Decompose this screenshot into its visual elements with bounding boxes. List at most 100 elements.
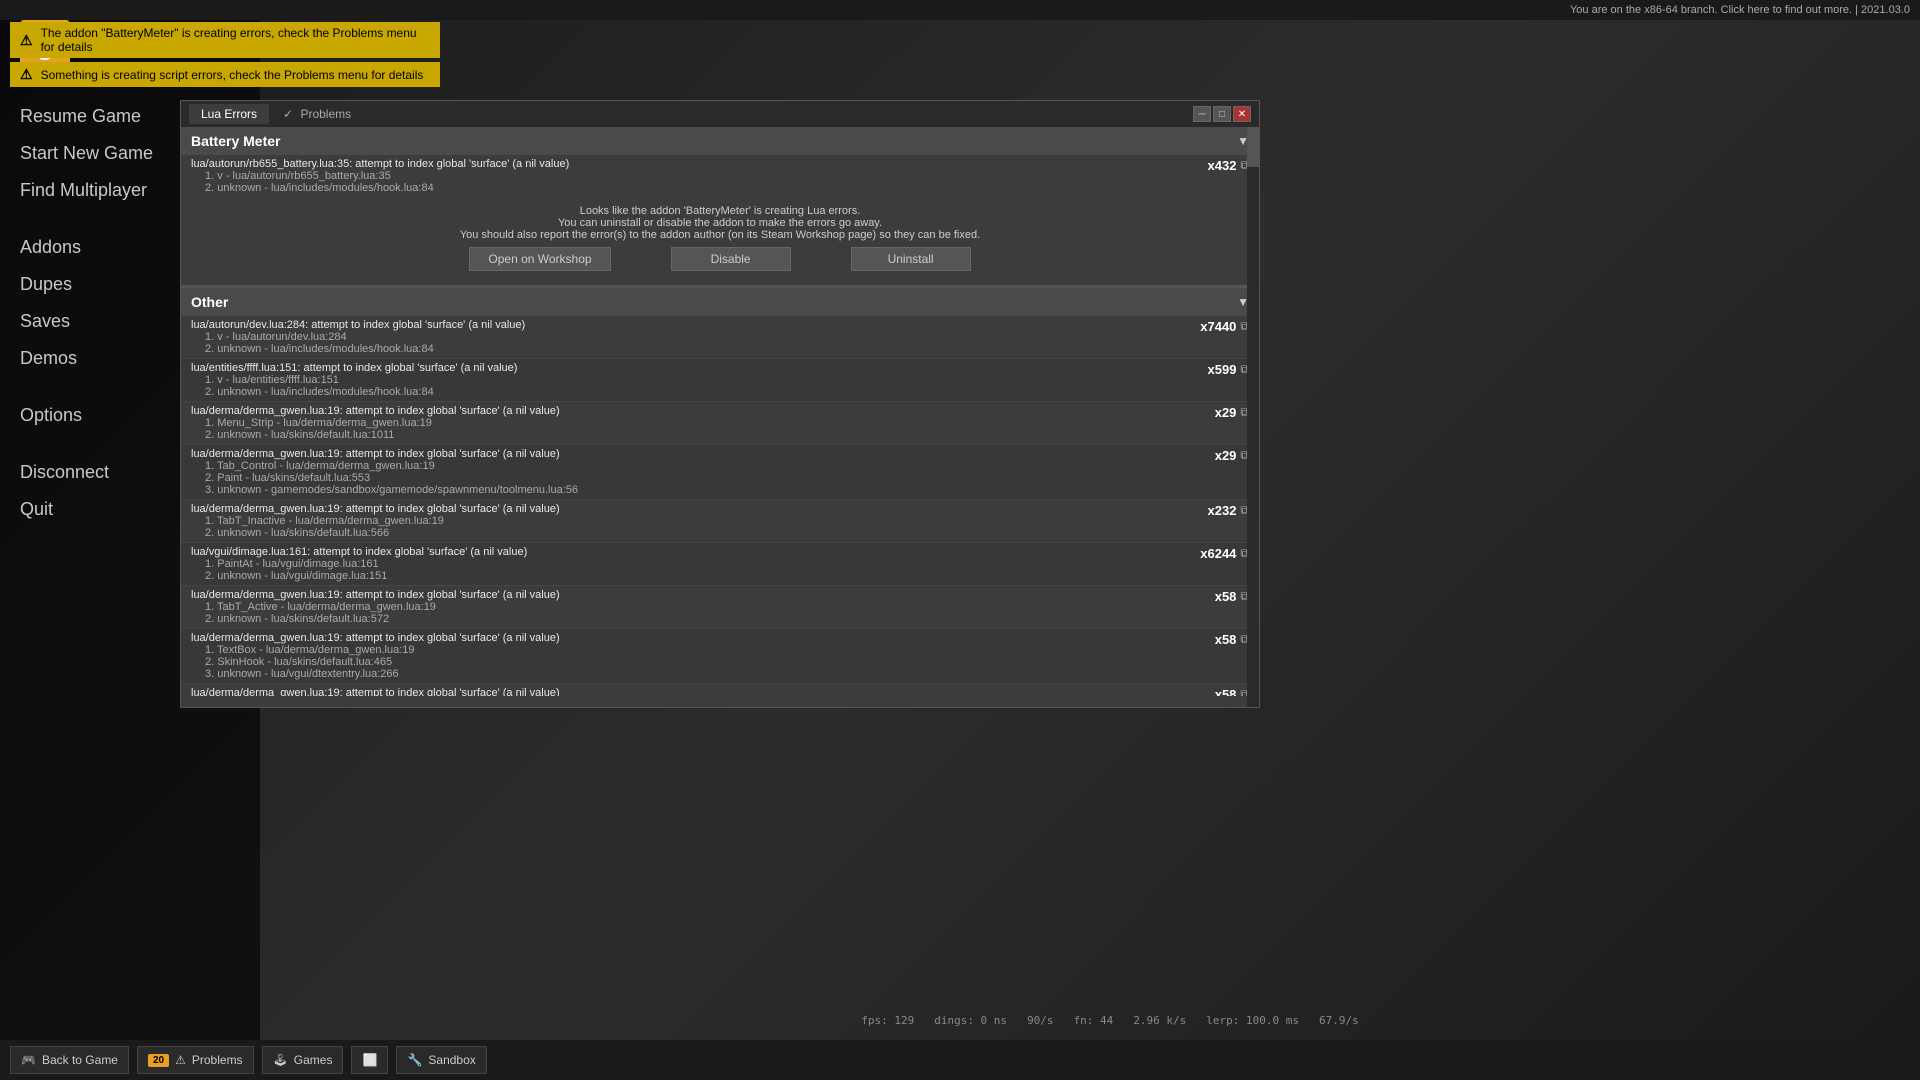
warning-icon-1: ⚠: [20, 32, 33, 49]
problems-button[interactable]: 20 ⚠ Problems: [137, 1046, 254, 1074]
uninstall-button[interactable]: Uninstall: [851, 247, 971, 271]
tab-problems[interactable]: ✓ Problems: [271, 104, 363, 124]
error-count-3: x29: [1215, 448, 1237, 463]
battery-stack-1: 1. v - lua/autorun/rb655_battery.lua:35: [191, 170, 569, 182]
warning-banner-2[interactable]: ⚠ Something is creating script errors, c…: [10, 62, 440, 87]
error-stack-3-1: 2. Paint - lua/skins/default.lua:553: [191, 472, 578, 484]
battery-info-line3: You should also report the error(s) to t…: [181, 229, 1259, 241]
error-count-area-0: x7440 ⧉: [1200, 319, 1249, 334]
battery-section-header[interactable]: Battery Meter ▼: [181, 127, 1259, 155]
error-stack-2-1: 2. unknown - lua/skins/default.lua:1011: [191, 429, 560, 441]
games-label: Games: [294, 1053, 333, 1067]
sandbox-icon: 🔧: [407, 1053, 422, 1067]
battery-info-line2: You can uninstall or disable the addon t…: [181, 217, 1259, 229]
warning-text-1: The addon "BatteryMeter" is creating err…: [41, 26, 430, 54]
error-count-8: x58: [1215, 687, 1237, 696]
top-bar-text[interactable]: You are on the x86-64 branch. Click here…: [1570, 4, 1910, 16]
error-count-area-7: x58 ⧉: [1215, 632, 1249, 647]
error-text-8: lua/derma/derma_gwen.lua:19: attempt to …: [191, 687, 560, 696]
top-bar: You are on the x86-64 branch. Click here…: [0, 0, 1920, 20]
error-count-area-6: x58 ⧉: [1215, 589, 1249, 604]
disable-button[interactable]: Disable: [671, 247, 791, 271]
error-stack-4-0: 1. TabT_Inactive - lua/derma/derma_gwen.…: [191, 515, 560, 527]
error-row-0: lua/autorun/dev.lua:284: attempt to inde…: [181, 316, 1259, 358]
maximize-button[interactable]: □: [1213, 106, 1231, 122]
error-stack-5-1: 2. unknown - lua/vgui/dimage.lua:151: [191, 570, 527, 582]
other-section-header[interactable]: Other ▼: [181, 288, 1259, 316]
error-block-3[interactable]: lua/derma/derma_gwen.lua:19: attempt to …: [181, 445, 1259, 500]
fn-display: fn: 44: [1074, 1014, 1114, 1027]
error-main-8: lua/derma/derma_gwen.lua:19: attempt to …: [191, 687, 560, 696]
error-block-2[interactable]: lua/derma/derma_gwen.lua:19: attempt to …: [181, 402, 1259, 445]
battery-info-line1: Looks like the addon 'BatteryMeter' is c…: [181, 205, 1259, 217]
rate2-display: 67.9/s: [1319, 1014, 1359, 1027]
error-main-1: lua/entities/ffff.lua:151: attempt to in…: [191, 362, 517, 374]
error-count-area-8: x58 ⧉: [1215, 687, 1249, 696]
error-row-4: lua/derma/derma_gwen.lua:19: attempt to …: [181, 500, 1259, 542]
error-count-4: x232: [1208, 503, 1237, 518]
battery-error-main: lua/autorun/rb655_battery.lua:35: attemp…: [191, 158, 569, 170]
back-to-game-button[interactable]: 🎮 Back to Game: [10, 1046, 129, 1074]
tab-lua-errors[interactable]: Lua Errors: [189, 104, 269, 124]
error-row-6: lua/derma/derma_gwen.lua:19: attempt to …: [181, 586, 1259, 628]
error-main-0: lua/autorun/dev.lua:284: attempt to inde…: [191, 319, 525, 331]
error-text-7: lua/derma/derma_gwen.lua:19: attempt to …: [191, 632, 560, 680]
error-text-5: lua/vgui/dimage.lua:161: attempt to inde…: [191, 546, 527, 582]
error-count-area-3: x29 ⧉: [1215, 448, 1249, 463]
error-stack-4-1: 2. unknown - lua/skins/default.lua:566: [191, 527, 560, 539]
error-count-area-4: x232 ⧉: [1208, 503, 1250, 518]
close-button[interactable]: ✕: [1233, 106, 1251, 122]
rate-display: 2.96 k/s: [1133, 1014, 1186, 1027]
error-block-5[interactable]: lua/vgui/dimage.lua:161: attempt to inde…: [181, 543, 1259, 586]
error-stack-1-1: 2. unknown - lua/includes/modules/hook.l…: [191, 386, 517, 398]
lua-errors-dialog: Lua Errors ✓ Problems ─ □ ✕ Battery Mete…: [180, 100, 1260, 708]
error-block-6[interactable]: lua/derma/derma_gwen.lua:19: attempt to …: [181, 586, 1259, 629]
lerp-display: lerp: 100.0 ms: [1206, 1014, 1299, 1027]
icon3-button[interactable]: ⬜: [351, 1046, 388, 1074]
dialog-controls: ─ □ ✕: [1193, 106, 1251, 122]
error-block-1[interactable]: lua/entities/ffff.lua:151: attempt to in…: [181, 359, 1259, 402]
battery-stack-2: 2. unknown - lua/includes/modules/hook.l…: [191, 182, 569, 194]
dialog-scrollbar[interactable]: [1247, 127, 1259, 707]
error-stack-0-0: 1. v - lua/autorun/dev.lua:284: [191, 331, 525, 343]
back-to-game-label: Back to Game: [42, 1053, 118, 1067]
icon3-icon: ⬜: [362, 1053, 377, 1067]
scrollbar-thumb[interactable]: [1247, 127, 1259, 167]
error-count-1: x599: [1208, 362, 1237, 377]
error-stack-3-0: 1. Tab_Control - lua/derma/derma_gwen.lu…: [191, 460, 578, 472]
warning-banner-1[interactable]: ⚠ The addon "BatteryMeter" is creating e…: [10, 22, 440, 58]
error-row-1: lua/entities/ffff.lua:151: attempt to in…: [181, 359, 1259, 401]
other-section: Other ▼ lua/autorun/dev.lua:284: attempt…: [181, 288, 1259, 696]
error-row-7: lua/derma/derma_gwen.lua:19: attempt to …: [181, 629, 1259, 683]
error-block-4[interactable]: lua/derma/derma_gwen.lua:19: attempt to …: [181, 500, 1259, 543]
error-count-0: x7440: [1200, 319, 1236, 334]
games-button[interactable]: 🕹 Games: [262, 1046, 344, 1074]
checkmark-icon: ✓: [283, 107, 293, 121]
open-workshop-button[interactable]: Open on Workshop: [469, 247, 610, 271]
warning-icon-2: ⚠: [20, 66, 33, 83]
error-row-2: lua/derma/derma_gwen.lua:19: attempt to …: [181, 402, 1259, 444]
other-section-title: Other: [191, 294, 228, 310]
error-main-5: lua/vgui/dimage.lua:161: attempt to inde…: [191, 546, 527, 558]
fps-display: fps: 129: [861, 1014, 914, 1027]
minimize-button[interactable]: ─: [1193, 106, 1211, 122]
battery-count: x432: [1208, 158, 1237, 173]
error-main-2: lua/derma/derma_gwen.lua:19: attempt to …: [191, 405, 560, 417]
error-block-8[interactable]: lua/derma/derma_gwen.lua:19: attempt to …: [181, 684, 1259, 696]
error-stack-7-0: 1. TextBox - lua/derma/derma_gwen.lua:19: [191, 644, 560, 656]
error-block-7[interactable]: lua/derma/derma_gwen.lua:19: attempt to …: [181, 629, 1259, 684]
status-area: fps: 129 dings: 0 ns 90/s fn: 44 2.96 k/…: [300, 1005, 1920, 1035]
game-icon: 🎮: [21, 1053, 36, 1067]
error-stack-7-1: 2. SkinHook - lua/skins/default.lua:465: [191, 656, 560, 668]
error-block-0[interactable]: lua/autorun/dev.lua:284: attempt to inde…: [181, 316, 1259, 359]
error-count-area-2: x29 ⧉: [1215, 405, 1249, 420]
sandbox-button[interactable]: 🔧 Sandbox: [396, 1046, 486, 1074]
dings-display: dings: 0 ns: [934, 1014, 1007, 1027]
speed-display: 90/s: [1027, 1014, 1054, 1027]
other-errors-list[interactable]: lua/autorun/dev.lua:284: attempt to inde…: [181, 316, 1259, 696]
error-count-area-1: x599 ⧉: [1208, 362, 1250, 377]
error-main-6: lua/derma/derma_gwen.lua:19: attempt to …: [191, 589, 560, 601]
error-stack-7-2: 3. unknown - lua/vgui/dtextentry.lua:266: [191, 668, 560, 680]
error-text-1: lua/entities/ffff.lua:151: attempt to in…: [191, 362, 517, 398]
battery-count-area: x432 ⧉: [1208, 158, 1250, 173]
